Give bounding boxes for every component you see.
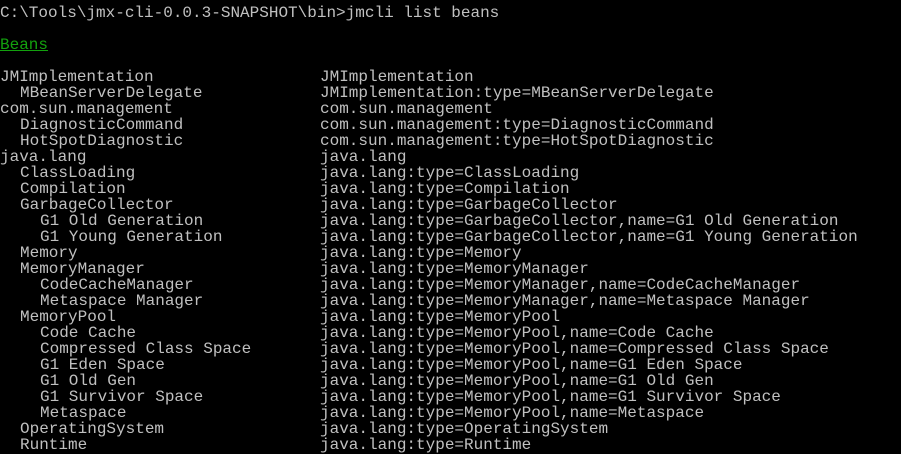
bean-object-name: java.lang:type=MemoryPool	[320, 308, 561, 326]
bean-object-name: java.lang:type=ClassLoading	[320, 164, 580, 182]
bean-object-name: java.lang:type=MemoryPool,name=Code Cach…	[320, 324, 714, 342]
bean-object-name: java.lang:type=MemoryPool,name=Metaspace	[320, 404, 705, 422]
bean-name: Code Cache	[40, 324, 137, 342]
bean-name: MBeanServerDelegate	[20, 84, 203, 102]
bean-name: CodeCacheManager	[40, 276, 194, 294]
bean-object-name: java.lang:type=Compilation	[320, 180, 570, 198]
bean-row: OperatingSystem java.lang:type=OperatingS…	[0, 421, 901, 437]
bean-row: G1 Survivor Space java.lang:type=MemoryPo…	[0, 389, 901, 405]
bean-row: com.sun.management com.sun.management	[0, 101, 901, 117]
bean-name: DiagnosticCommand	[20, 116, 184, 134]
bean-name: G1 Eden Space	[40, 356, 165, 374]
bean-name: ClassLoading	[20, 164, 136, 182]
bean-row: Metaspace Manager java.lang:type=MemoryMa…	[0, 293, 901, 309]
bean-object-name: java.lang:type=MemoryPool,name=G1 Old Ge…	[320, 372, 714, 390]
bean-row: java.lang java.lang	[0, 149, 901, 165]
bean-object-name: java.lang:type=GarbageCollector,name=G1 …	[320, 212, 839, 230]
bean-object-name: java.lang:type=MemoryManager	[320, 260, 589, 278]
bean-object-name: java.lang:type=Runtime	[320, 436, 532, 454]
bean-row: Compressed Class Space java.lang:type=Mem…	[0, 341, 901, 357]
bean-name: Compilation	[20, 180, 126, 198]
bean-object-name: java.lang:type=MemoryPool,name=Compresse…	[320, 340, 829, 358]
bean-object-name: java.lang:type=MemoryPool,name=G1 Eden S…	[320, 356, 743, 374]
bean-object-name: java.lang:type=MemoryPool,name=G1 Surviv…	[320, 388, 781, 406]
bean-row: MBeanServerDelegate JMImplementation:type…	[0, 85, 901, 101]
bean-row: Metaspace java.lang:type=MemoryPool,name=…	[0, 405, 901, 421]
bean-name: HotSpotDiagnostic	[20, 132, 184, 150]
bean-object-name: java.lang	[320, 148, 407, 166]
bean-row: Code Cache java.lang:type=MemoryPool,name…	[0, 325, 901, 341]
bean-row: DiagnosticCommand com.sun.management:type…	[0, 117, 901, 133]
bean-object-name: JMImplementation	[320, 68, 474, 86]
bean-object-name: java.lang:type=Memory	[320, 244, 522, 262]
bean-name: com.sun.management	[0, 100, 173, 118]
bean-name: Compressed Class Space	[40, 340, 252, 358]
bean-row: Runtime java.lang:type=Runtime	[0, 437, 901, 453]
bean-object-name: com.sun.management	[320, 100, 493, 118]
bean-object-name: com.sun.management:type=DiagnosticComman…	[320, 116, 714, 134]
bean-row: G1 Eden Space java.lang:type=MemoryPool,n…	[0, 357, 901, 373]
bean-name: JMImplementation	[0, 68, 154, 86]
bean-name: java.lang	[0, 148, 87, 166]
bean-object-name: JMImplementation:type=MBeanServerDelegat…	[320, 84, 714, 102]
beans-heading: Beans	[0, 36, 49, 54]
bean-name: G1 Old Generation	[40, 212, 204, 230]
bean-row: HotSpotDiagnostic com.sun.management:type…	[0, 133, 901, 149]
bean-name: G1 Young Generation	[40, 228, 223, 246]
bean-row: CodeCacheManager java.lang:type=MemoryMan…	[0, 277, 901, 293]
terminal-window[interactable]: C:\Tools\jmx-cli-0.0.3-SNAPSHOT\bin>jmcl…	[0, 0, 901, 454]
bean-name: Metaspace	[40, 404, 127, 422]
bean-object-name: com.sun.management:type=HotSpotDiagnosti…	[320, 132, 714, 150]
bean-row: Compilation java.lang:type=Compilation	[0, 181, 901, 197]
bean-name: GarbageCollector	[20, 196, 174, 214]
bean-row: GarbageCollector java.lang:type=GarbageCo…	[0, 197, 901, 213]
bean-row: ClassLoading java.lang:type=ClassLoading	[0, 165, 901, 181]
bean-row: G1 Young Generation java.lang:type=Garbag…	[0, 229, 901, 245]
bean-row: G1 Old Generation java.lang:type=GarbageC…	[0, 213, 901, 229]
bean-object-name: java.lang:type=MemoryManager,name=CodeCa…	[320, 276, 801, 294]
bean-object-name: java.lang:type=GarbageCollector	[320, 196, 618, 214]
bean-row: JMImplementation JMImplementation	[0, 69, 901, 85]
bean-name: Memory	[20, 244, 78, 262]
bean-object-name: java.lang:type=GarbageCollector,name=G1 …	[320, 228, 858, 246]
bean-list: JMImplementation JMImplementation MBeanSer…	[0, 69, 901, 453]
bean-name: Runtime	[20, 436, 88, 454]
bean-name: G1 Survivor Space	[40, 388, 204, 406]
bean-row: MemoryPool java.lang:type=MemoryPool	[0, 309, 901, 325]
bean-name: OperatingSystem	[20, 420, 165, 438]
bean-name: MemoryPool	[20, 308, 117, 326]
bean-name: G1 Old Gen	[40, 372, 137, 390]
bean-row: MemoryManager java.lang:type=MemoryManage…	[0, 261, 901, 277]
bean-row: Memory java.lang:type=Memory	[0, 245, 901, 261]
bean-object-name: java.lang:type=MemoryManager,name=Metasp…	[320, 292, 810, 310]
bean-name: Metaspace Manager	[40, 292, 204, 310]
bean-object-name: java.lang:type=OperatingSystem	[320, 420, 609, 438]
command-prompt-line: C:\Tools\jmx-cli-0.0.3-SNAPSHOT\bin>jmcl…	[0, 4, 500, 22]
bean-row: G1 Old Gen java.lang:type=MemoryPool,name…	[0, 373, 901, 389]
bean-name: MemoryManager	[20, 260, 145, 278]
